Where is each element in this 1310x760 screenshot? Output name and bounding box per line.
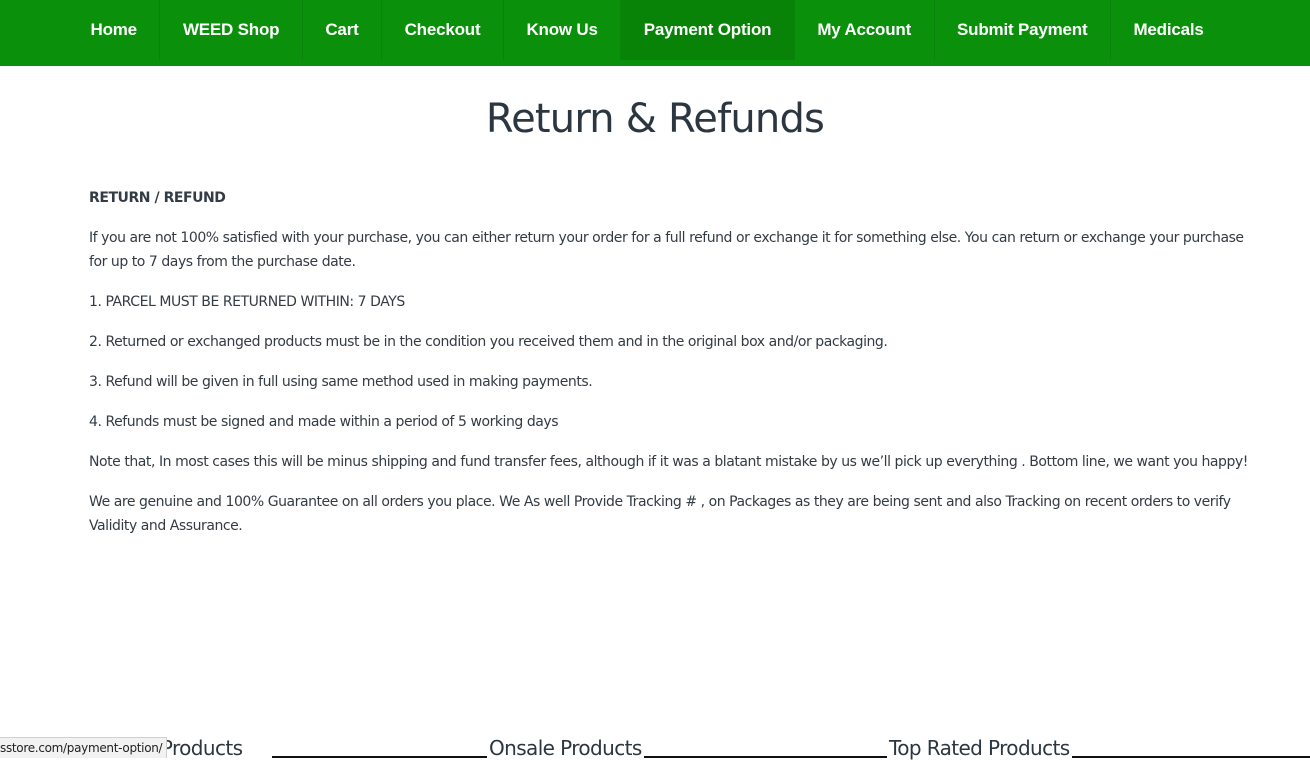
policy-content: RETURN / REFUND If you are not 100% sati… [89, 186, 1259, 554]
nav-item-submit-payment[interactable]: Submit Payment [935, 0, 1111, 60]
nav-item-label: Payment Option [643, 20, 772, 39]
nav-item-payment-option[interactable]: Payment Option [621, 0, 795, 60]
policy-rule-4: 4. Refunds must be signed and made withi… [89, 414, 559, 430]
nav-item-home[interactable]: Home [68, 0, 161, 60]
page-title: Return & Refunds [485, 96, 825, 142]
nav-item-cart[interactable]: Cart [303, 0, 383, 60]
nav-item-checkout[interactable]: Checkout [382, 0, 504, 60]
policy-rule-3: 3. Refund will be given in full using sa… [89, 374, 593, 390]
nav-item-medicals[interactable]: Medicals [1111, 0, 1226, 60]
nav-item-label: Checkout [404, 20, 481, 39]
onsale-products-heading: Onsale Products [487, 736, 644, 760]
nav-item-label: Cart [325, 20, 359, 39]
section-heading: RETURN / REFUND [89, 190, 226, 206]
nav-item-label: Medicals [1133, 20, 1204, 39]
nav-item-label: Home [90, 20, 138, 39]
nav-item-label: WEED Shop [182, 20, 280, 39]
nav-item-know-us[interactable]: Know Us [504, 0, 622, 60]
policy-rule-1: 1. PARCEL MUST BE RETURNED WITHIN: 7 DAY… [89, 294, 405, 310]
nav-item-weed-shop[interactable]: WEED Shop [160, 0, 303, 60]
policy-guarantee-paragraph: We are genuine and 100% Guarantee on all… [89, 494, 1231, 534]
policy-intro-paragraph: If you are not 100% satisfied with your … [89, 230, 1244, 270]
policy-note-paragraph: Note that, In most cases this will be mi… [89, 454, 1248, 470]
nav-item-label: Submit Payment [957, 20, 1088, 39]
nav-menu: Home WEED Shop Cart Checkout Know Us Pay… [68, 0, 1226, 60]
browser-status-bar-url: sstore.com/payment-option/ [0, 737, 168, 758]
nav-item-label: My Account [817, 20, 912, 39]
main-navbar: Home WEED Shop Cart Checkout Know Us Pay… [0, 0, 1310, 66]
top-rated-products-heading: Top Rated Products [887, 736, 1072, 760]
nav-item-my-account[interactable]: My Account [795, 0, 935, 60]
policy-rule-2: 2. Returned or exchanged products must b… [89, 334, 888, 350]
nav-item-label: Know Us [526, 20, 598, 39]
